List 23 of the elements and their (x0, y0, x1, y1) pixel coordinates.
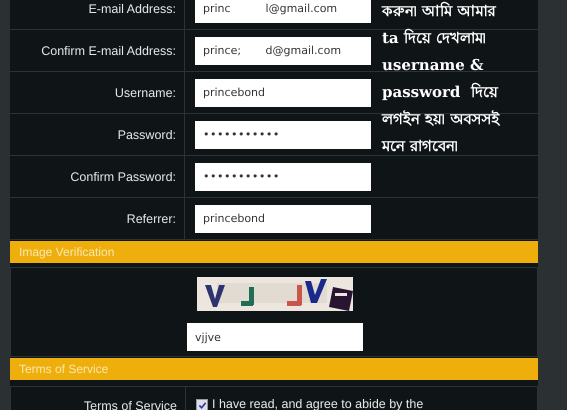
annotation-text: লগইন হয়৷ অবসসই (382, 109, 500, 130)
captcha-input[interactable]: vjjve (187, 323, 363, 351)
section-header: Image Verification (10, 241, 538, 263)
section-header: Terms of Service (10, 358, 538, 380)
annotation-text: করুন৷ আমি আমার (382, 0, 498, 22)
input-field[interactable]: ••••••••••• (195, 162, 371, 190)
field-label: Confirm Password: (70, 170, 176, 184)
annotation-text: ta দিয়ে দেখলাম৷ (382, 28, 488, 49)
input-field[interactable]: princebond (195, 204, 371, 232)
field-label: Confirm E-mail Address: (41, 44, 176, 58)
field-label: Username: (114, 86, 176, 100)
annotation-text: মনে রাগবেন৷ (382, 136, 460, 157)
annotation-text: username & (382, 55, 485, 76)
annotation-text: password দিয়ে (382, 82, 500, 103)
input-field[interactable]: ••••••••••• (195, 120, 371, 148)
field-label: Terms of Service (84, 399, 177, 410)
field-label: E-mail Address: (88, 2, 176, 16)
input-field[interactable]: prince; d@gmail.com (195, 36, 371, 64)
input-field[interactable]: princ l@gmail.com (195, 0, 371, 22)
field-label: Password: (118, 128, 176, 142)
input-field[interactable]: princebond (195, 78, 371, 106)
checkbox[interactable] (196, 399, 208, 410)
field-label: Referrer: (126, 212, 176, 226)
